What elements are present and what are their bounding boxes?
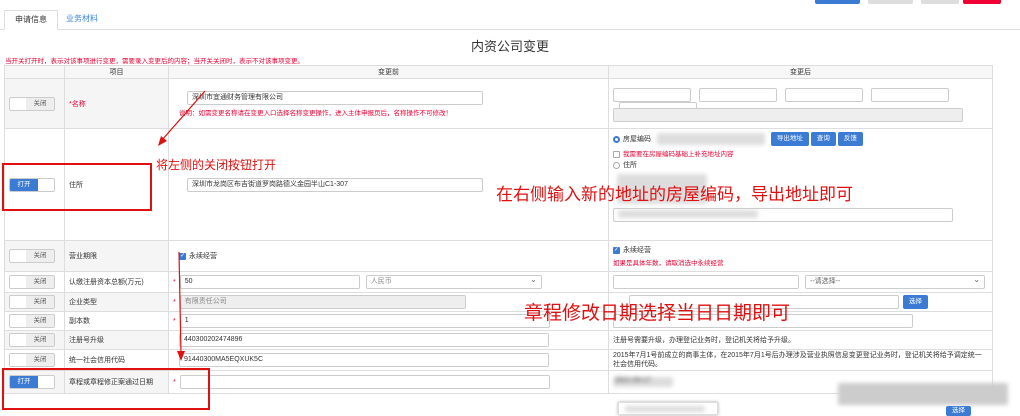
before-copies-input: 1 bbox=[179, 314, 550, 328]
toggle-copies[interactable]: 关闭 bbox=[9, 314, 55, 328]
before-name-note: 说明：如需变更名称请在变更入口选择名称变更操作，进入主体申报页后，名称操作不可修… bbox=[179, 109, 452, 117]
header-after: 变更后 bbox=[608, 65, 993, 79]
table-row-copies: 关闭 副本数 * 1 bbox=[4, 311, 993, 331]
table-row-type: 关闭 企业类型 * 有限责任公司 选择 bbox=[4, 292, 993, 312]
before-address-input: 深圳市龙岗区布吉街道罗岗路德义金园半山C1-307 bbox=[187, 177, 483, 192]
before-type-input: 有限责任公司 bbox=[179, 295, 466, 309]
header-item: 项目 bbox=[64, 65, 169, 79]
table-row-regno: 关闭 注册号升级 440300202474896 注册号需要升级，办理登记业务时… bbox=[4, 330, 993, 350]
row-label-regno: 注册号升级 bbox=[69, 337, 104, 344]
before-regno-input: 440300202474896 bbox=[179, 333, 549, 347]
supplement-address-label: 我需要在房屋编码基础上补充地址内容 bbox=[623, 151, 734, 158]
tab-business-materials[interactable]: 业务材料 bbox=[56, 10, 108, 30]
radio-house-code[interactable] bbox=[613, 135, 620, 143]
feedback-button[interactable]: 反馈 bbox=[837, 132, 863, 146]
after-name-input-1[interactable] bbox=[613, 87, 691, 102]
row-label-type: 企业类型 bbox=[69, 299, 97, 306]
toggle-credit[interactable]: 关闭 bbox=[9, 353, 55, 367]
page-title: 内资公司变更 bbox=[470, 39, 549, 54]
table-header-row: 项目 变更前 变更后 bbox=[4, 65, 993, 79]
query-button[interactable]: 查询 bbox=[810, 132, 836, 146]
tab-bar: 申请信息 业务材料 bbox=[0, 8, 1020, 30]
annotation-box-address-toggle bbox=[2, 163, 152, 211]
row-label-credit: 统一社会信用代码 bbox=[69, 357, 125, 364]
change-table: 项目 变更前 变更后 关闭 *名称 深圳市宜通财务管理有限公司 说明：如需变更名… bbox=[4, 65, 993, 394]
top-button-1[interactable] bbox=[815, 0, 860, 4]
radio-house-code-label: 房屋编码 bbox=[623, 135, 651, 143]
after-address-input[interactable] bbox=[613, 208, 953, 222]
before-capital-input: 50 bbox=[179, 275, 360, 289]
toggle-capital[interactable]: 关闭 bbox=[9, 275, 55, 289]
header-toggle bbox=[4, 65, 65, 79]
after-name-input-3[interactable] bbox=[784, 87, 863, 102]
after-charter-date[interactable]: 2021-03-17 bbox=[613, 377, 673, 387]
top-button-2[interactable] bbox=[868, 0, 913, 4]
after-term-check-label: 永续经营 bbox=[623, 247, 651, 254]
radio-address[interactable] bbox=[613, 161, 620, 169]
before-term-check-label: 永续经营 bbox=[189, 253, 217, 260]
toggle-term[interactable]: 关闭 bbox=[9, 249, 55, 263]
after-regno-text: 注册号需要升级，办理登记业务时，登记机关将给予升级。 bbox=[613, 337, 795, 344]
toggle-regno[interactable]: 关闭 bbox=[9, 333, 55, 347]
annotation-open-toggle: 将左侧的关闭按钮打开 bbox=[156, 158, 277, 172]
after-name-preview bbox=[613, 107, 963, 122]
before-term-checkbox-icon: ✓ bbox=[179, 252, 186, 260]
select-type-button[interactable]: 选择 bbox=[903, 295, 928, 309]
radio-address-label: 住所 bbox=[623, 162, 637, 169]
after-name-input-2[interactable] bbox=[698, 87, 777, 102]
annotation-box-charter-toggle bbox=[2, 368, 210, 410]
annotation-house-code: 在右侧输入新的地址的房屋编码，导出地址即可 bbox=[496, 185, 853, 204]
row-label-copies: 副本数 bbox=[69, 318, 90, 325]
row-label-capital: 认缴注册资本总额(万元) bbox=[69, 279, 144, 286]
date-popup-blurred bbox=[618, 402, 718, 415]
blurred-region bbox=[838, 383, 1008, 405]
house-code-input-blurred[interactable] bbox=[656, 133, 765, 145]
tab-application-info[interactable]: 申请信息 bbox=[4, 10, 58, 30]
after-name-input-4[interactable] bbox=[870, 87, 949, 102]
supplement-address-checkbox[interactable] bbox=[613, 150, 620, 158]
after-credit-text: 2015年7月1号前成立的商事主体，在2015年7月1号后办理涉及营业执照信息变… bbox=[613, 352, 982, 368]
top-button-3[interactable] bbox=[921, 0, 959, 4]
table-row-capital: 关闭 认缴注册资本总额(万元) *50人民币 --请选择-- bbox=[4, 271, 993, 293]
export-address-button[interactable]: 导出地址 bbox=[770, 132, 809, 146]
table-row-name: 关闭 *名称 深圳市宜通财务管理有限公司 说明：如需变更名称请在变更入口选择名称… bbox=[4, 78, 993, 129]
top-button-4[interactable] bbox=[963, 0, 1001, 4]
header-before: 变更前 bbox=[168, 65, 609, 79]
after-capital-input[interactable] bbox=[613, 275, 799, 289]
row-label-term: 营业期限 bbox=[69, 253, 97, 260]
table-row-term: 关闭 营业期限 ✓ 永续经营 ✓ 永续经营 如果是具体年数，请取消选中永续经营 bbox=[4, 240, 993, 272]
toggle-type[interactable]: 关闭 bbox=[9, 295, 55, 309]
after-term-checkbox-icon[interactable]: ✓ bbox=[613, 246, 620, 254]
before-currency-select: 人民币 bbox=[365, 275, 542, 289]
before-name-input: 深圳市宜通财务管理有限公司 bbox=[187, 90, 483, 105]
after-currency-select[interactable]: --请选择-- bbox=[805, 275, 985, 289]
row-label-name: *名称 bbox=[69, 100, 86, 108]
before-charter-input bbox=[179, 375, 550, 389]
toggle-name[interactable]: 关闭 bbox=[9, 96, 55, 111]
toggle-note: 当开关打开时，表示对该事项进行变更，需要录入变更后的内容；当开关关闭时，表示不对… bbox=[5, 58, 304, 65]
after-term-note: 如果是具体年数，请取消选中永续经营 bbox=[613, 260, 724, 267]
before-credit-input: 91440300MA5EQXUK5C bbox=[179, 353, 549, 367]
annotation-charter-date: 章程修改日期选择当日日期即可 bbox=[524, 303, 791, 324]
